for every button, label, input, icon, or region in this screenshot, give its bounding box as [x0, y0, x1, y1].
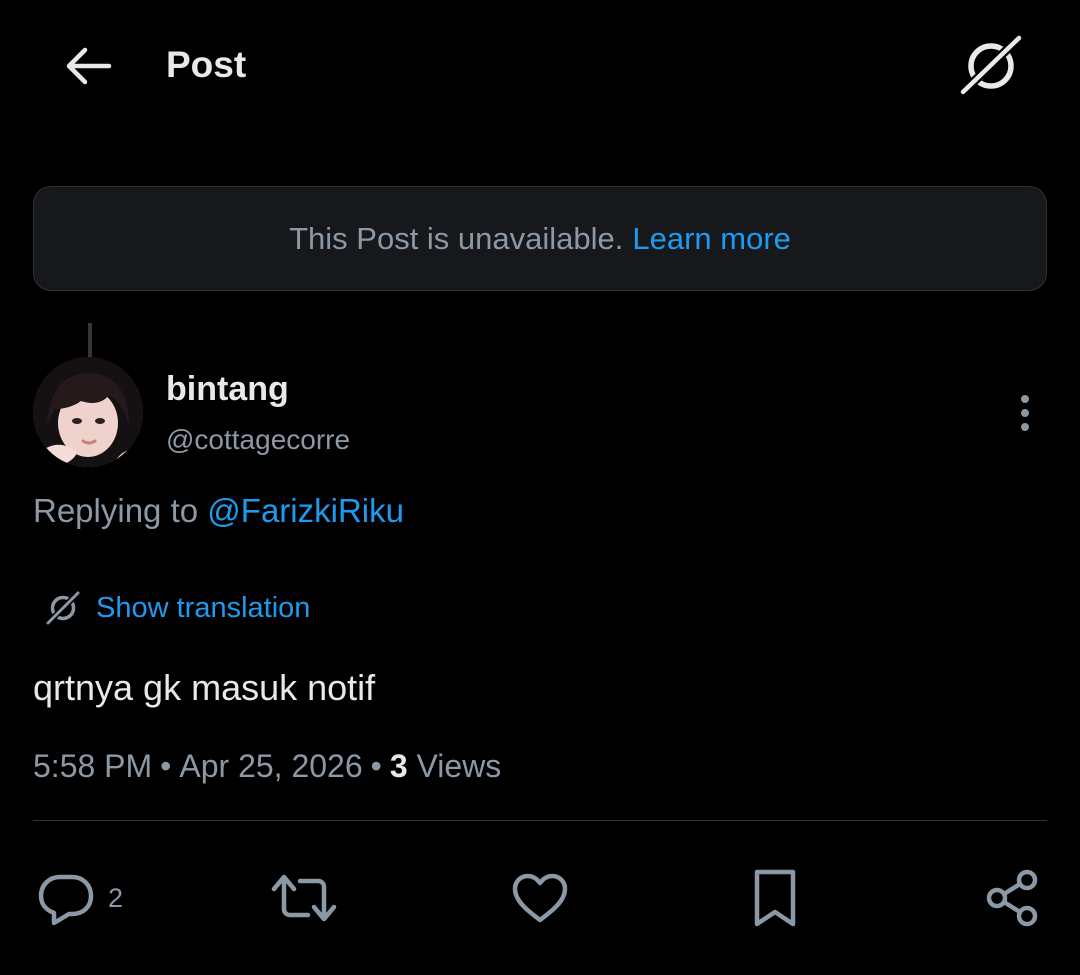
unavailable-text: This Post is unavailable. [289, 220, 624, 256]
comment-icon [38, 874, 94, 926]
share-button[interactable] [982, 866, 1044, 930]
bookmark-icon [754, 869, 796, 927]
more-vertical-icon [1021, 395, 1029, 431]
author-name[interactable]: bintang [166, 370, 289, 409]
unavailable-notice: This Post is unavailable. Learn more [33, 186, 1047, 291]
post-page: Post This Post is unavailable. Learn mor… [0, 0, 1080, 975]
show-translation-label: Show translation [96, 591, 311, 624]
views-label: Views [416, 748, 502, 784]
post-time[interactable]: 5:58 PM [33, 748, 152, 784]
post-meta: 5:58 PM • Apr 25, 2026 • 3 Views [33, 748, 502, 784]
replying-to: Replying to @FarizkiRiku [33, 492, 404, 530]
grok-button[interactable] [955, 32, 1027, 100]
divider [33, 820, 1047, 821]
avatar-photo [33, 357, 143, 467]
repost-button[interactable] [270, 866, 338, 930]
like-button[interactable] [510, 866, 570, 930]
show-translation-button[interactable]: Show translation [44, 590, 310, 626]
grok-icon [44, 590, 82, 626]
post-text: qrtnya gk masuk notif [33, 667, 376, 708]
author-handle[interactable]: @cottagecorre [166, 424, 350, 456]
repost-icon [271, 874, 337, 922]
back-button[interactable] [58, 40, 118, 92]
bookmark-button[interactable] [748, 866, 802, 930]
avatar[interactable] [33, 357, 143, 467]
heart-icon [512, 873, 568, 923]
learn-more-link[interactable]: Learn more [632, 221, 791, 257]
replying-prefix: Replying to [33, 492, 199, 529]
views-count[interactable]: 3 [390, 748, 408, 784]
page-title: Post [166, 44, 247, 85]
post-date[interactable]: Apr 25, 2026 [179, 748, 362, 784]
arrow-left-icon [66, 47, 112, 85]
reply-mention-link[interactable]: @FarizkiRiku [207, 492, 404, 529]
reply-count: 2 [108, 882, 124, 913]
more-options-button[interactable] [1004, 392, 1046, 434]
share-icon [986, 869, 1038, 927]
reply-button[interactable]: 2 [36, 866, 123, 930]
grok-icon [956, 32, 1026, 99]
